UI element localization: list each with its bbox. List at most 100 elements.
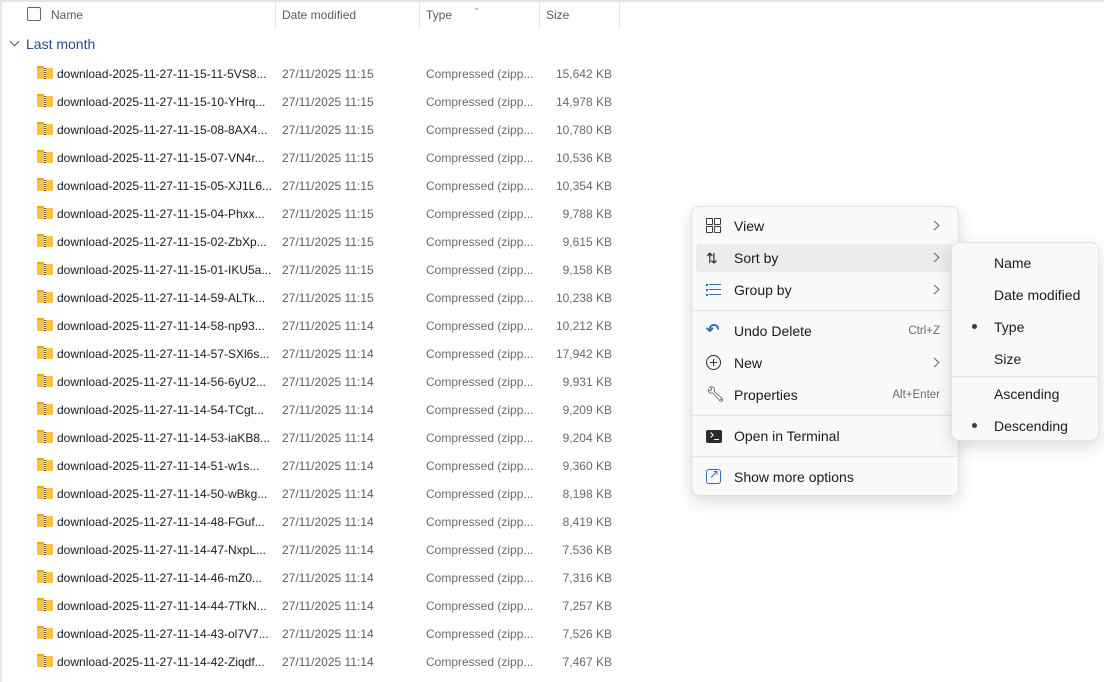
file-row[interactable]: download-2025-11-27-11-14-50-wBkg... 27/1… — [0, 480, 640, 508]
menu-divider — [692, 310, 958, 311]
context-menu: View ⇅ Sort by Group by ↶ Undo Delete Ct… — [691, 206, 959, 496]
file-date-modified: 27/11/2025 11:14 — [282, 515, 374, 529]
select-all-checkbox[interactable] — [27, 7, 41, 21]
file-row[interactable]: download-2025-11-27-11-15-05-XJ1L6... 27/… — [0, 172, 640, 200]
file-type: Compressed (zipp... — [426, 95, 534, 109]
file-type: Compressed (zipp... — [426, 459, 534, 473]
file-date-modified: 27/11/2025 11:15 — [282, 207, 374, 221]
file-row[interactable]: download-2025-11-27-11-14-59-ALTk... 27/1… — [0, 284, 640, 312]
menu-item-new[interactable]: New — [696, 349, 954, 377]
file-size: 17,942 KB — [555, 347, 612, 361]
menu-item-group-by[interactable]: Group by — [696, 276, 954, 304]
file-type: Compressed (zipp... — [426, 571, 534, 585]
show-more-options-icon — [706, 467, 721, 484]
column-divider[interactable] — [619, 2, 620, 29]
column-divider[interactable] — [539, 2, 540, 29]
file-name: download-2025-11-27-11-14-42-Ziqdf... — [57, 655, 265, 669]
file-row[interactable]: download-2025-11-27-11-14-56-6yU2... 27/1… — [0, 368, 640, 396]
menu-divider — [952, 376, 1098, 377]
menu-label-sort-by: Sort by — [734, 250, 779, 266]
file-size: 10,780 KB — [555, 123, 612, 137]
file-row[interactable]: download-2025-11-27-11-14-46-mZ0... 27/11… — [0, 564, 640, 592]
menu-item-sort-by[interactable]: ⇅ Sort by — [696, 244, 954, 272]
menu-item-properties[interactable]: 🔧︎ Properties Alt+Enter — [696, 381, 954, 409]
file-row[interactable]: download-2025-11-27-11-14-43-ol7V7... 27/… — [0, 620, 640, 648]
file-row[interactable]: download-2025-11-27-11-15-04-Phxx... 27/1… — [0, 200, 640, 228]
column-name[interactable]: Name — [51, 8, 83, 22]
shortcut-properties: Alt+Enter — [892, 389, 940, 401]
zip-folder-icon — [37, 374, 53, 387]
group-header-last-month[interactable]: Last month — [8, 36, 95, 52]
file-name: download-2025-11-27-11-15-05-XJ1L6... — [57, 179, 273, 193]
chevron-right-icon — [929, 357, 940, 368]
menu-item-show-more-options[interactable]: Show more options — [696, 463, 954, 491]
file-row[interactable]: download-2025-11-27-11-14-54-TCgt... 27/1… — [0, 396, 640, 424]
column-divider[interactable] — [275, 2, 276, 29]
file-row[interactable]: download-2025-11-27-11-15-10-YHrq... 27/1… — [0, 88, 640, 116]
file-row[interactable]: download-2025-11-27-11-14-58-np93... 27/1… — [0, 312, 640, 340]
group-title: Last month — [26, 36, 96, 52]
group-list-icon — [706, 282, 722, 298]
file-name: download-2025-11-27-11-14-53-iaKB8... — [57, 431, 271, 445]
sort-option-date-modified[interactable]: Date modified — [956, 279, 1094, 307]
file-name: download-2025-11-27-11-14-51-w1s... — [57, 459, 260, 473]
file-size: 8,419 KB — [562, 515, 612, 529]
column-size[interactable]: Size — [546, 8, 569, 22]
menu-item-open-terminal[interactable]: Open in Terminal — [696, 422, 954, 450]
file-type: Compressed (zipp... — [426, 263, 534, 277]
file-name: download-2025-11-27-11-14-56-6yU2... — [57, 375, 267, 389]
file-name: download-2025-11-27-11-15-02-ZbXp... — [57, 235, 267, 249]
file-row[interactable]: download-2025-11-27-11-15-11-5VS8... 27/1… — [0, 60, 640, 88]
file-row[interactable]: download-2025-11-27-11-14-53-iaKB8... 27/… — [0, 424, 640, 452]
file-size: 7,257 KB — [562, 599, 612, 613]
file-date-modified: 27/11/2025 11:15 — [282, 291, 374, 305]
sort-label-size: Size — [994, 351, 1022, 367]
menu-divider — [692, 415, 958, 416]
zip-folder-icon — [37, 150, 53, 163]
menu-label-open-terminal: Open in Terminal — [734, 428, 840, 444]
column-divider[interactable] — [419, 2, 420, 29]
file-name: download-2025-11-27-11-14-58-np93... — [57, 319, 265, 333]
file-row[interactable]: download-2025-11-27-11-14-44-7TkN... 27/1… — [0, 592, 640, 620]
file-type: Compressed (zipp... — [426, 431, 534, 445]
file-row[interactable]: download-2025-11-27-11-14-51-w1s... 27/11… — [0, 452, 640, 480]
file-row[interactable]: download-2025-11-27-11-15-02-ZbXp... 27/1… — [0, 228, 640, 256]
file-type: Compressed (zipp... — [426, 67, 534, 81]
sort-option-size[interactable]: Size — [956, 343, 1094, 371]
file-row[interactable]: download-2025-11-27-11-15-01-IKU5a... 27/… — [0, 256, 640, 284]
file-date-modified: 27/11/2025 11:15 — [282, 95, 374, 109]
properties-wrench-icon: 🔧︎ — [706, 386, 726, 403]
sort-option-descending[interactable]: Descending — [956, 410, 1094, 438]
menu-label-group-by: Group by — [734, 282, 792, 298]
column-date-modified[interactable]: Date modified — [282, 8, 356, 22]
file-name: download-2025-11-27-11-14-54-TCgt... — [57, 403, 265, 417]
file-row[interactable]: download-2025-11-27-11-15-08-8AX4... 27/1… — [0, 116, 640, 144]
file-date-modified: 27/11/2025 11:14 — [282, 403, 374, 417]
file-type: Compressed (zipp... — [426, 319, 534, 333]
zip-folder-icon — [37, 262, 53, 275]
file-size: 7,526 KB — [562, 627, 612, 641]
file-type: Compressed (zipp... — [426, 543, 534, 557]
zip-folder-icon — [37, 514, 53, 527]
zip-folder-icon — [37, 402, 53, 415]
view-grid-icon — [706, 218, 722, 234]
file-row[interactable]: download-2025-11-27-11-15-07-VN4r... 27/1… — [0, 144, 640, 172]
file-name: download-2025-11-27-11-14-46-mZ0... — [57, 571, 263, 585]
file-name: download-2025-11-27-11-15-08-8AX4... — [57, 123, 268, 137]
file-type: Compressed (zipp... — [426, 179, 534, 193]
file-name: download-2025-11-27-11-14-57-SXl6s... — [57, 347, 270, 361]
file-row[interactable]: download-2025-11-27-11-14-42-Ziqdf... 27/… — [0, 648, 640, 676]
file-date-modified: 27/11/2025 11:15 — [282, 67, 374, 81]
zip-folder-icon — [37, 346, 53, 359]
file-row[interactable]: download-2025-11-27-11-14-47-NxpL... 27/1… — [0, 536, 640, 564]
sort-label-type: Type — [994, 319, 1025, 335]
column-type[interactable]: Type — [426, 8, 452, 22]
file-type: Compressed (zipp... — [426, 347, 534, 361]
file-row[interactable]: download-2025-11-27-11-14-48-FGuf... 27/1… — [0, 508, 640, 536]
sort-option-type[interactable]: Type — [956, 311, 1094, 339]
sort-option-name[interactable]: Name — [956, 247, 1094, 275]
menu-item-undo-delete[interactable]: ↶ Undo Delete Ctrl+Z — [696, 317, 954, 345]
menu-item-view[interactable]: View — [696, 212, 954, 240]
file-row[interactable]: download-2025-11-27-11-14-57-SXl6s... 27/… — [0, 340, 640, 368]
sort-option-ascending[interactable]: Ascending — [956, 378, 1094, 406]
